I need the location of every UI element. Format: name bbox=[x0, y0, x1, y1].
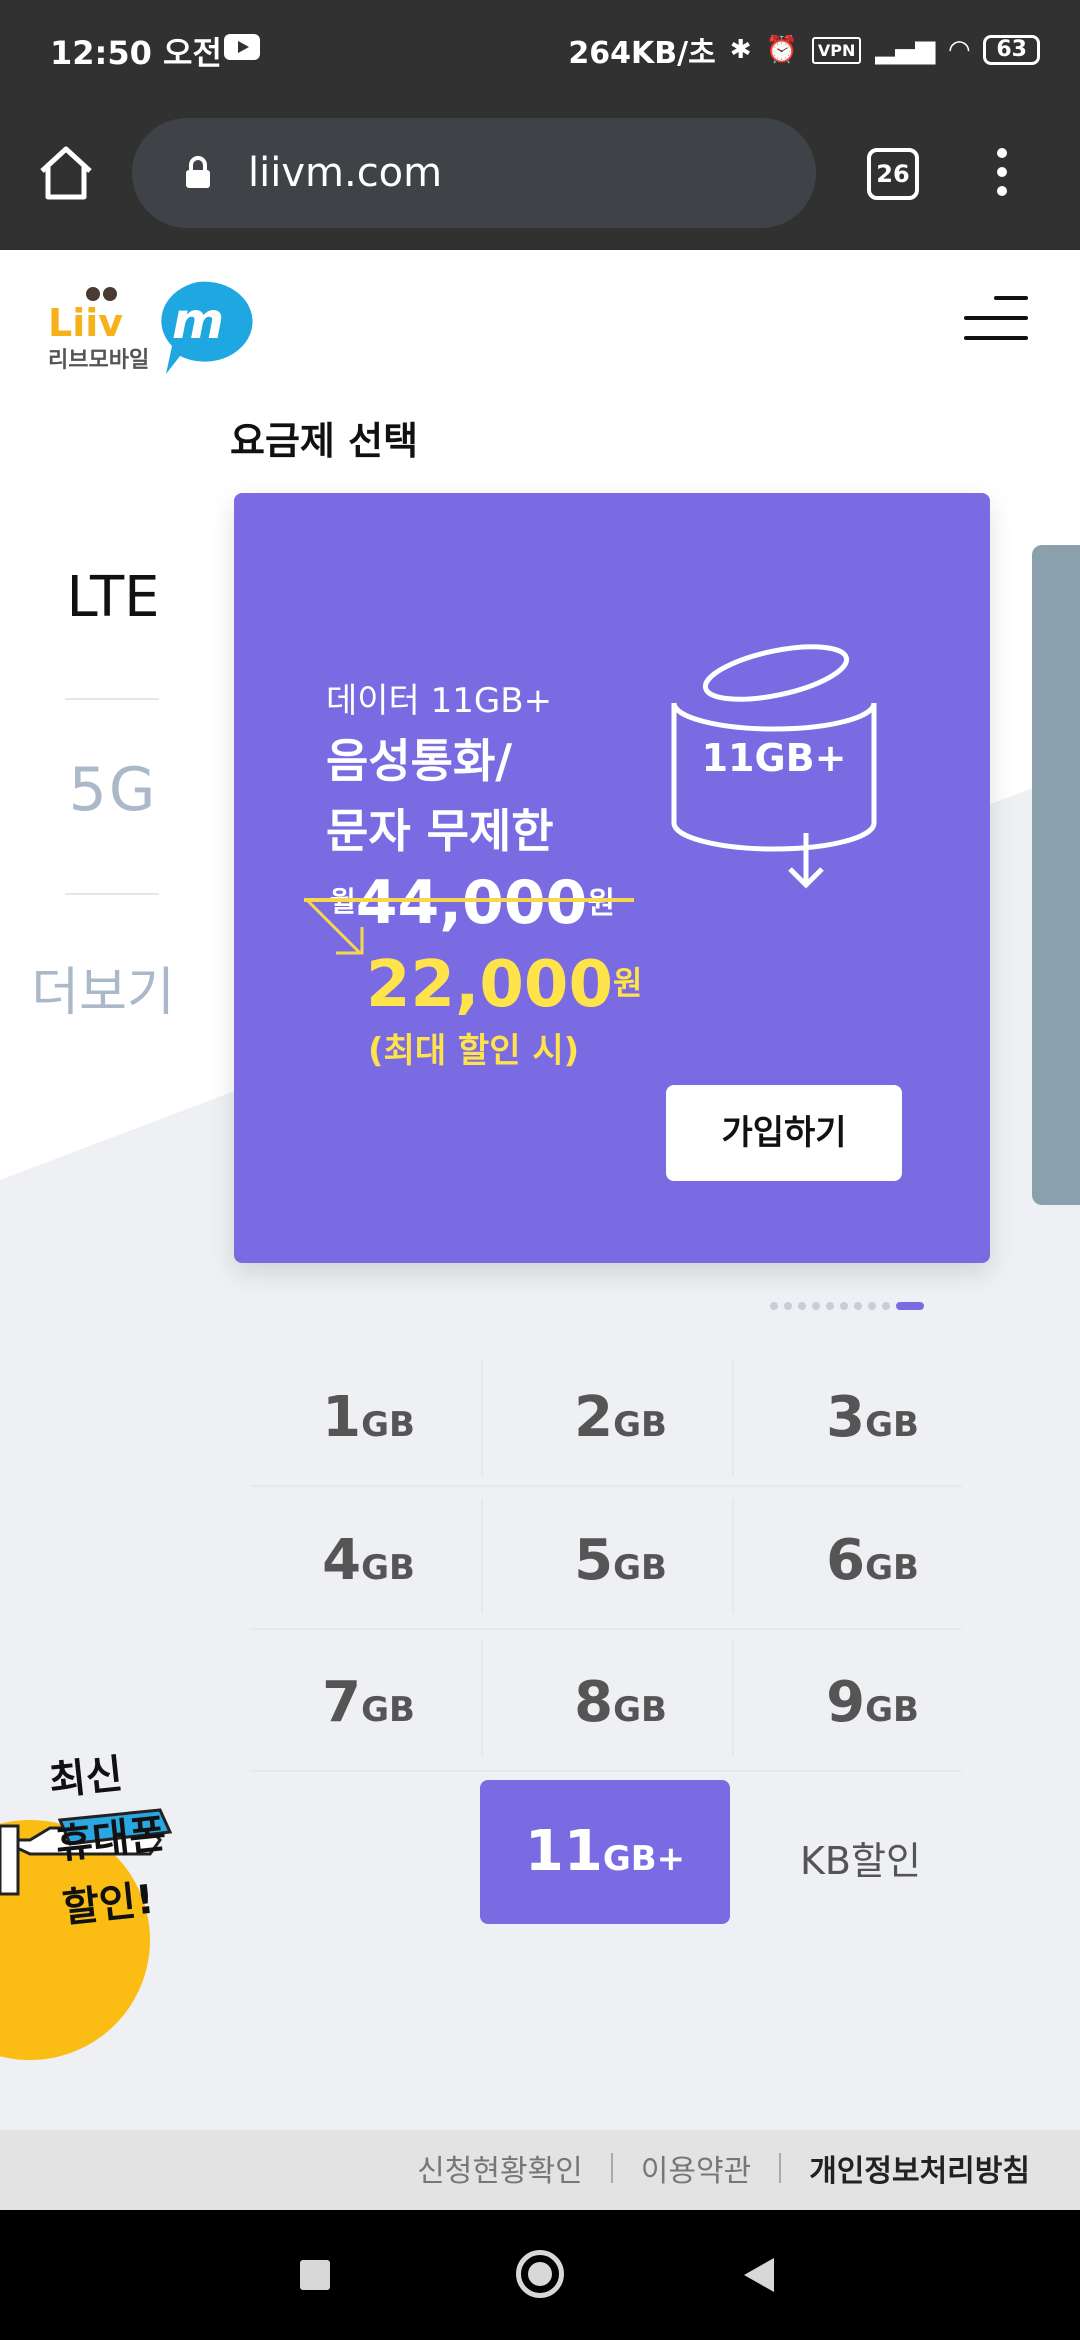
data-option-8gb[interactable]: 8GB bbox=[502, 1635, 739, 1771]
discount-price: 22,000원 bbox=[366, 948, 643, 1022]
data-option-1gb[interactable]: 1GB bbox=[250, 1350, 487, 1486]
tab-switcher-button[interactable]: 26 bbox=[867, 148, 919, 200]
plan-voice-line: 음성통화/ bbox=[326, 734, 513, 788]
join-button[interactable]: 가입하기 bbox=[666, 1085, 902, 1181]
alarm-icon: ⏰ bbox=[765, 35, 798, 65]
tab-lte[interactable]: LTE bbox=[40, 565, 186, 630]
status-icons: 264KB/초 ✱ ⏰ VPN ▂▄▆ ◠ 63 bbox=[568, 28, 1040, 72]
carousel-pagination[interactable] bbox=[770, 1302, 924, 1310]
recent-apps-icon[interactable] bbox=[300, 2260, 330, 2290]
data-bucket-icon: 11GB+ bbox=[671, 644, 877, 889]
footer-links-bar: 신청현황확인 이용약관 개인정보처리방침 bbox=[0, 2130, 1080, 2210]
back-icon[interactable] bbox=[744, 2258, 774, 2292]
discount-note: (최대 할인 시) bbox=[368, 1031, 580, 1071]
tab-5g[interactable]: 5G bbox=[40, 755, 186, 825]
nav-home-icon[interactable] bbox=[516, 2250, 564, 2298]
pagination-dot[interactable] bbox=[840, 1302, 848, 1310]
plan-sms-line: 문자 무제한 bbox=[326, 804, 554, 858]
pagination-dot[interactable] bbox=[826, 1302, 834, 1310]
privacy-policy-link[interactable]: 개인정보처리방침 bbox=[809, 2146, 1030, 2190]
data-option-4gb[interactable]: 4GB bbox=[250, 1493, 487, 1629]
data-option-5gb[interactable]: 5GB bbox=[502, 1493, 739, 1629]
pagination-dot-active[interactable] bbox=[896, 1302, 924, 1310]
footer-separator bbox=[610, 2153, 613, 2183]
pagination-dot[interactable] bbox=[868, 1302, 876, 1310]
bluetooth-icon: ✱ bbox=[729, 35, 752, 65]
svg-text:m: m bbox=[172, 292, 224, 350]
kb-discount-option[interactable]: KB할인 bbox=[800, 1830, 921, 1885]
android-nav-bar bbox=[0, 2210, 1080, 2340]
data-option-7gb[interactable]: 7GB bbox=[250, 1635, 487, 1771]
next-plan-card-peek[interactable] bbox=[1032, 545, 1080, 1205]
hamburger-menu-icon[interactable] bbox=[964, 296, 1028, 344]
data-option-11gb-plus[interactable]: 11GB+ bbox=[480, 1780, 730, 1924]
lock-icon bbox=[186, 156, 210, 188]
pagination-dot[interactable] bbox=[882, 1302, 890, 1310]
vpn-badge: VPN bbox=[811, 36, 862, 64]
pagination-dot[interactable] bbox=[798, 1302, 806, 1310]
pagination-dot[interactable] bbox=[854, 1302, 862, 1310]
footer-separator bbox=[779, 2153, 782, 2183]
pagination-dot[interactable] bbox=[770, 1302, 778, 1310]
plan-card[interactable]: 데이터 11GB+ 음성통화/ 문자 무제한 월44,000원 22,000원 … bbox=[234, 493, 990, 1263]
data-option-2gb[interactable]: 2GB bbox=[502, 1350, 739, 1486]
pagination-dot[interactable] bbox=[784, 1302, 792, 1310]
url-bar[interactable]: liivm.com bbox=[132, 118, 816, 228]
svg-text:Liiv: Liiv bbox=[48, 301, 123, 345]
page-content: Liiv m 리브모바일 요금제 선택 LTE 5G 더보기 데이터 11GB+… bbox=[0, 250, 1080, 2130]
data-option-9gb[interactable]: 9GB bbox=[754, 1635, 991, 1771]
signal-icon: ▂▄▆ bbox=[875, 35, 936, 65]
tab-divider bbox=[65, 698, 159, 700]
browser-chrome: 12:50 오전 264KB/초 ✱ ⏰ VPN ▂▄▆ ◠ 63 liivm.… bbox=[0, 0, 1080, 250]
network-speed: 264KB/초 bbox=[568, 36, 716, 71]
application-status-link[interactable]: 신청현황확인 bbox=[417, 2146, 583, 2190]
youtube-notification-icon bbox=[224, 34, 260, 60]
battery-icon: 63 bbox=[983, 35, 1040, 65]
url-text: liivm.com bbox=[248, 150, 443, 196]
status-time: 12:50 오전 bbox=[50, 34, 222, 72]
data-option-3gb[interactable]: 3GB bbox=[754, 1350, 991, 1486]
plan-badge: 11GB+ bbox=[702, 736, 847, 780]
wifi-icon: ◠ bbox=[949, 35, 970, 65]
more-options-icon[interactable] bbox=[996, 148, 1008, 200]
pagination-dot[interactable] bbox=[812, 1302, 820, 1310]
tab-more[interactable]: 더보기 bbox=[30, 950, 176, 1025]
terms-of-use-link[interactable]: 이용약관 bbox=[641, 2146, 751, 2190]
plan-data-amount: 데이터 11GB+ bbox=[326, 681, 553, 721]
data-option-6gb[interactable]: 6GB bbox=[754, 1493, 991, 1629]
logo-caption: 리브모바일 bbox=[48, 348, 150, 373]
section-title: 요금제 선택 bbox=[230, 419, 419, 463]
tab-divider bbox=[65, 893, 159, 895]
phone-promo-text[interactable]: 최신 휴대폰 할인! bbox=[46, 1738, 176, 1940]
home-icon[interactable] bbox=[38, 145, 94, 201]
